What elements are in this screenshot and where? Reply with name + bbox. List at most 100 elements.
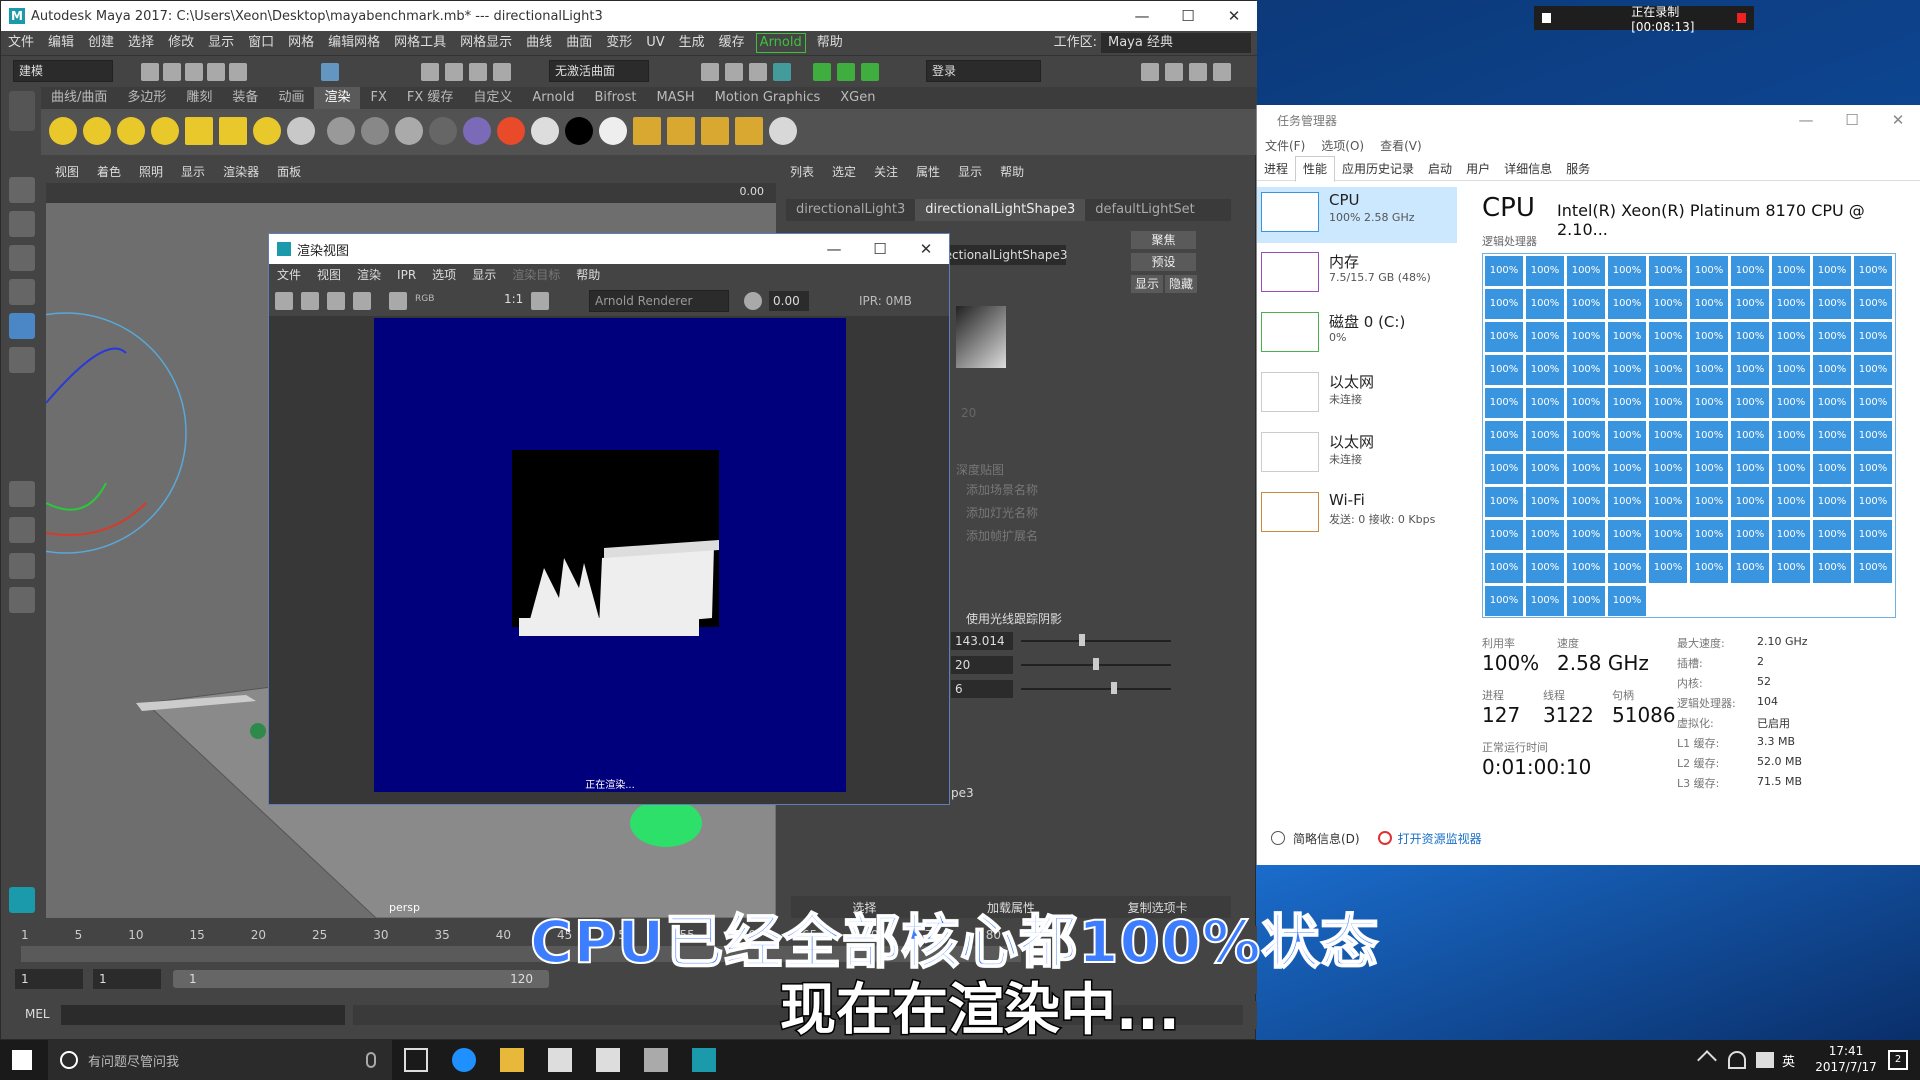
start-time-field[interactable]: 1 — [15, 969, 83, 989]
task-view-icon[interactable] — [404, 1048, 428, 1072]
viewport-menu-item[interactable]: 显示 — [172, 161, 214, 183]
shelf-tab[interactable]: FX 缓存 — [397, 87, 464, 109]
select-mode-icon[interactable] — [321, 63, 339, 81]
menu-item[interactable]: 编辑 — [41, 31, 81, 55]
ae-node-name-field[interactable]: rectionalLightShape3 — [936, 245, 1067, 265]
fewer-details-link[interactable]: 简略信息(D) — [1293, 830, 1360, 847]
wifi-tray-icon[interactable] — [1728, 1051, 1746, 1069]
outliner-icon[interactable] — [9, 587, 35, 613]
ambient-light-icon[interactable] — [49, 117, 77, 145]
shelf-tab[interactable]: 装备 — [222, 87, 268, 109]
tm-tab[interactable]: 应用历史记录 — [1335, 157, 1421, 181]
shelf-tab[interactable]: 多边形 — [117, 87, 176, 109]
resource-item-ethernet[interactable]: 以太网 未连接 — [1257, 367, 1457, 423]
menu-item[interactable]: 网格 — [281, 31, 321, 55]
blinn-shader-icon[interactable] — [287, 117, 315, 145]
ae-menu-item[interactable]: 帮助 — [991, 161, 1033, 183]
file-explorer-icon[interactable] — [500, 1048, 524, 1072]
playback-start-field[interactable]: 1 — [93, 969, 161, 989]
ray-depth-knob[interactable] — [1111, 682, 1117, 694]
rv-menu-item[interactable]: 选项 — [424, 264, 464, 286]
ime-indicator[interactable]: 英 — [1782, 1051, 1795, 1070]
maya-title-bar[interactable]: M Autodesk Maya 2017: C:\Users\Xeon\Desk… — [1, 1, 1257, 31]
snap-view-icon[interactable] — [493, 63, 511, 81]
add-light-name-row[interactable]: 添加灯光名称 — [966, 504, 1038, 521]
arnold-ipr-icon[interactable] — [837, 63, 855, 81]
lambert-shader-icon[interactable] — [327, 117, 355, 145]
mode-dropdown[interactable]: 建模 — [13, 60, 113, 82]
tm-tab[interactable]: 服务 — [1559, 157, 1597, 181]
live-surface-field[interactable]: 无激活曲面 — [549, 60, 649, 82]
snap-curve-icon[interactable] — [445, 63, 463, 81]
viewport-menu-item[interactable]: 着色 — [88, 161, 130, 183]
phonge-shader-icon[interactable] — [395, 117, 423, 145]
open-scene-icon[interactable] — [163, 63, 181, 81]
render-frame-icon[interactable] — [701, 63, 719, 81]
mel-label[interactable]: MEL — [25, 1007, 50, 1021]
shelf-tab[interactable]: XGen — [830, 87, 885, 109]
start-icon[interactable] — [12, 1050, 32, 1070]
four-view-icon[interactable] — [9, 517, 35, 543]
tm-menu-item[interactable]: 查看(V) — [1372, 137, 1430, 154]
shadow-rays-field[interactable]: 20 — [951, 656, 1013, 674]
light-angle-slider[interactable] — [1021, 640, 1171, 642]
ae-menu-item[interactable]: 属性 — [907, 161, 949, 183]
menu-item-arnold[interactable]: Arnold — [755, 33, 806, 53]
select-tool-icon[interactable] — [9, 177, 35, 203]
shelf-tab[interactable]: Bifrost — [584, 87, 646, 109]
range-bar[interactable]: 1 120 — [173, 970, 549, 988]
redo-icon[interactable] — [229, 63, 247, 81]
shelf-tab[interactable]: MASH — [646, 87, 704, 109]
tm-menu-item[interactable]: 文件(F) — [1257, 137, 1313, 154]
paint-select-icon[interactable] — [9, 245, 35, 271]
tm-tab[interactable]: 启动 — [1421, 157, 1459, 181]
attribute-editor-icon[interactable] — [1165, 63, 1183, 81]
ae-menu-item[interactable]: 显示 — [949, 161, 991, 183]
shadow-rays-knob[interactable] — [1093, 658, 1099, 670]
rv-menu-item[interactable]: 帮助 — [568, 264, 608, 286]
viewport-menu-item[interactable]: 照明 — [130, 161, 172, 183]
surface-shader-icon[interactable] — [429, 117, 457, 145]
ae-menu-item[interactable]: 选定 — [823, 161, 865, 183]
light-editor-icon[interactable] — [253, 117, 281, 145]
black-shader-icon[interactable] — [565, 117, 593, 145]
resource-item-cpu[interactable]: CPU 100% 2.58 GHz — [1257, 187, 1457, 243]
arnold-settings-icon[interactable] — [861, 63, 879, 81]
shelf-tab[interactable]: 雕刻 — [176, 87, 222, 109]
menu-item[interactable]: 缓存 — [712, 31, 752, 55]
resource-item-memory[interactable]: 内存 7.5/15.7 GB (48%) — [1257, 247, 1457, 303]
shelf-tab[interactable]: Motion Graphics — [705, 87, 831, 109]
light-angle-knob[interactable] — [1079, 634, 1085, 646]
add-scene-name-row[interactable]: 添加场景名称 — [966, 481, 1038, 498]
volume-light-icon[interactable] — [219, 117, 247, 145]
shader-ball-icon[interactable] — [463, 117, 491, 145]
shelf-tab-active[interactable]: 渲染 — [314, 87, 361, 109]
render-view-title-bar[interactable]: 渲染视图 — ☐ ✕ — [269, 234, 949, 264]
menu-item[interactable]: 窗口 — [241, 31, 281, 55]
menu-item[interactable]: 文件 — [1, 31, 41, 55]
menu-item[interactable]: 网格显示 — [453, 31, 519, 55]
light-angle-field[interactable]: 143.014 — [951, 632, 1013, 650]
tray-expand-icon[interactable] — [1697, 1050, 1717, 1070]
record-stop-icon[interactable] — [1736, 13, 1747, 23]
snap-grid-icon[interactable] — [421, 63, 439, 81]
minimize-button[interactable]: — — [1783, 105, 1829, 135]
task-manager-title-bar[interactable]: 任务管理器 — ☐ ✕ — [1257, 105, 1920, 135]
renderer-dropdown[interactable]: Arnold Renderer — [589, 290, 729, 312]
hypershade-icon[interactable] — [773, 63, 791, 81]
ipr-icon[interactable] — [353, 292, 371, 310]
shelf-tab[interactable]: 曲线/曲面 — [41, 87, 117, 109]
frame-image-icon[interactable] — [531, 292, 549, 310]
shelf-menu-icon[interactable] — [9, 91, 35, 131]
rv-menu-item[interactable]: 视图 — [309, 264, 349, 286]
maya-taskbar-icon[interactable] — [692, 1048, 716, 1072]
menu-item[interactable]: 网格工具 — [387, 31, 453, 55]
phong-shader-icon[interactable] — [361, 117, 389, 145]
save-scene-icon[interactable] — [185, 63, 203, 81]
snapshot-icon[interactable] — [327, 292, 345, 310]
channel-box-icon[interactable] — [1213, 63, 1231, 81]
move-tool-icon[interactable] — [9, 279, 35, 305]
resource-item-ethernet-2[interactable]: 以太网 未连接 — [1257, 427, 1457, 483]
arnold-render-icon[interactable] — [813, 63, 831, 81]
close-button[interactable]: ✕ — [1211, 1, 1257, 31]
